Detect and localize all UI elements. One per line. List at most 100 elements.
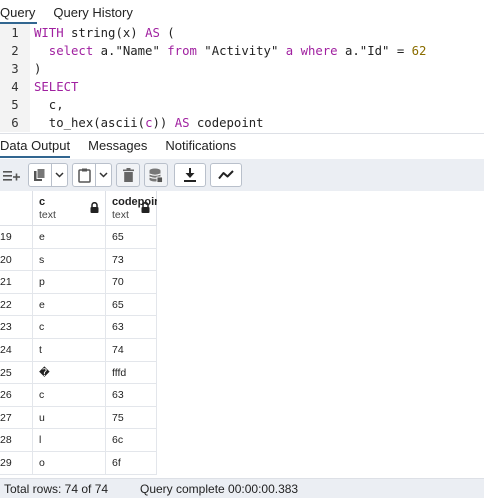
- cell-codepoint[interactable]: 70: [106, 271, 157, 294]
- row-number-cell[interactable]: 25: [0, 361, 33, 385]
- column-name: codepoint: [112, 196, 157, 208]
- save-data-button[interactable]: [144, 163, 168, 187]
- status-bar: Total rows: 74 of 74 Query complete 00:0…: [0, 478, 484, 498]
- row-number-cell[interactable]: 20: [0, 248, 33, 272]
- cell-c[interactable]: p: [33, 271, 106, 294]
- cell-codepoint[interactable]: 63: [106, 316, 157, 339]
- code-line[interactable]: 4 SELECT: [0, 78, 484, 96]
- column-header-c[interactable]: c text: [33, 191, 106, 226]
- code-line[interactable]: 5 c,: [0, 96, 484, 114]
- table-row[interactable]: 29 o 6f: [0, 452, 157, 475]
- table-row[interactable]: 20 s 73: [0, 248, 157, 272]
- code-token: 62: [411, 44, 427, 58]
- row-number-cell[interactable]: 23: [0, 316, 33, 339]
- row-number-cell[interactable]: 26: [0, 384, 33, 407]
- graph-visualiser-button[interactable]: [210, 163, 242, 187]
- code-text: c,: [34, 96, 64, 114]
- query-status-text: Query complete 00:00:00.383: [140, 482, 299, 496]
- cell-c[interactable]: e: [33, 293, 106, 317]
- cell-c[interactable]: u: [33, 406, 106, 430]
- code-line[interactable]: 6 to_hex(ascii(c)) AS codepoint: [0, 114, 484, 132]
- tab-query[interactable]: Query: [0, 5, 38, 24]
- table-row[interactable]: 19 e 65: [0, 226, 157, 249]
- grid-header: c text codepoint text: [0, 191, 157, 226]
- delete-button[interactable]: [116, 163, 140, 187]
- table-row[interactable]: 21 p 70: [0, 271, 157, 294]
- code-token: AS: [174, 116, 190, 130]
- code-token: to_hex(ascii(: [34, 116, 146, 130]
- copy-button[interactable]: [28, 163, 52, 187]
- lock-icon: [141, 202, 150, 213]
- column-type: text: [39, 209, 56, 221]
- row-number-cell[interactable]: 22: [0, 293, 33, 317]
- code-token: (: [159, 26, 175, 40]
- cell-c[interactable]: c: [33, 384, 106, 407]
- row-number-cell[interactable]: 21: [0, 271, 33, 294]
- code-token: "Activity": [196, 44, 286, 58]
- line-number: 1: [0, 24, 30, 42]
- cell-c[interactable]: t: [33, 339, 106, 362]
- code-token: codepoint: [189, 116, 264, 130]
- code-token: c,: [34, 98, 64, 112]
- cell-c[interactable]: o: [33, 452, 106, 475]
- code-token: string(x): [63, 26, 146, 40]
- row-number-cell[interactable]: 27: [0, 406, 33, 430]
- cell-c[interactable]: l: [33, 429, 106, 452]
- column-name: c: [39, 196, 46, 208]
- copy-icon: [34, 168, 46, 181]
- code-token: select: [34, 44, 94, 58]
- copy-options-dropdown[interactable]: [52, 163, 68, 187]
- cell-c[interactable]: c: [33, 316, 106, 339]
- copy-button-group: [28, 163, 68, 187]
- row-number-cell[interactable]: 19: [0, 226, 33, 249]
- table-row[interactable]: 26 c 63: [0, 384, 157, 407]
- code-line[interactable]: 2 select a."Name" from "Activity" a wher…: [0, 42, 484, 60]
- cell-codepoint[interactable]: 6c: [106, 429, 157, 452]
- cell-codepoint[interactable]: 65: [106, 226, 157, 249]
- table-row[interactable]: 27 u 75: [0, 406, 157, 430]
- cell-codepoint[interactable]: 73: [106, 248, 157, 272]
- code-line[interactable]: 3): [0, 60, 484, 78]
- row-number-cell[interactable]: 29: [0, 452, 33, 475]
- row-number-cell[interactable]: 24: [0, 339, 33, 362]
- table-row[interactable]: 28 l 6c: [0, 429, 157, 452]
- tab-messages[interactable]: Messages: [88, 134, 147, 158]
- row-number-cell[interactable]: 28: [0, 429, 33, 452]
- data-grid: c text codepoint text 19e6520s7321p7022e…: [0, 191, 157, 478]
- code-token: where: [300, 44, 338, 58]
- line-number: 5: [0, 96, 30, 114]
- add-row-button[interactable]: [0, 163, 24, 187]
- paste-options-dropdown[interactable]: [96, 163, 112, 187]
- cell-c[interactable]: s: [33, 248, 106, 272]
- code-line[interactable]: 1 WITH string(x) AS (: [0, 24, 484, 42]
- paste-icon: [77, 168, 91, 183]
- graph-icon: [218, 170, 234, 180]
- tab-notifications[interactable]: Notifications: [165, 134, 236, 158]
- sql-editor[interactable]: 1 WITH string(x) AS (2 select a."Name" fr…: [0, 24, 484, 132]
- table-row[interactable]: 25 � fffd: [0, 361, 157, 385]
- delete-icon: [122, 168, 134, 182]
- table-row[interactable]: 23 c 63: [0, 316, 157, 339]
- cell-codepoint[interactable]: 6f: [106, 452, 157, 475]
- cell-c[interactable]: e: [33, 226, 106, 249]
- download-button[interactable]: [174, 163, 206, 187]
- code-text: to_hex(ascii(c)) AS codepoint: [34, 114, 264, 132]
- code-token: a."Id" =: [337, 44, 412, 58]
- tab-data-output[interactable]: Data Output: [0, 134, 71, 158]
- cell-codepoint[interactable]: 74: [106, 339, 157, 362]
- tab-query-history[interactable]: Query History: [53, 5, 132, 24]
- code-token: AS: [145, 26, 160, 40]
- cell-codepoint[interactable]: fffd: [106, 361, 157, 385]
- paste-button[interactable]: [72, 163, 96, 187]
- lock-icon: [90, 202, 99, 213]
- cell-codepoint[interactable]: 65: [106, 293, 157, 317]
- cell-c[interactable]: �: [33, 361, 106, 385]
- cell-codepoint[interactable]: 75: [106, 406, 157, 430]
- column-header-codepoint[interactable]: codepoint text: [106, 191, 157, 226]
- row-number-header[interactable]: [0, 191, 33, 226]
- table-row[interactable]: 24 t 74: [0, 339, 157, 362]
- table-row[interactable]: 22 e 65: [0, 293, 157, 317]
- cell-codepoint[interactable]: 63: [106, 384, 157, 407]
- line-number: 6: [0, 114, 30, 132]
